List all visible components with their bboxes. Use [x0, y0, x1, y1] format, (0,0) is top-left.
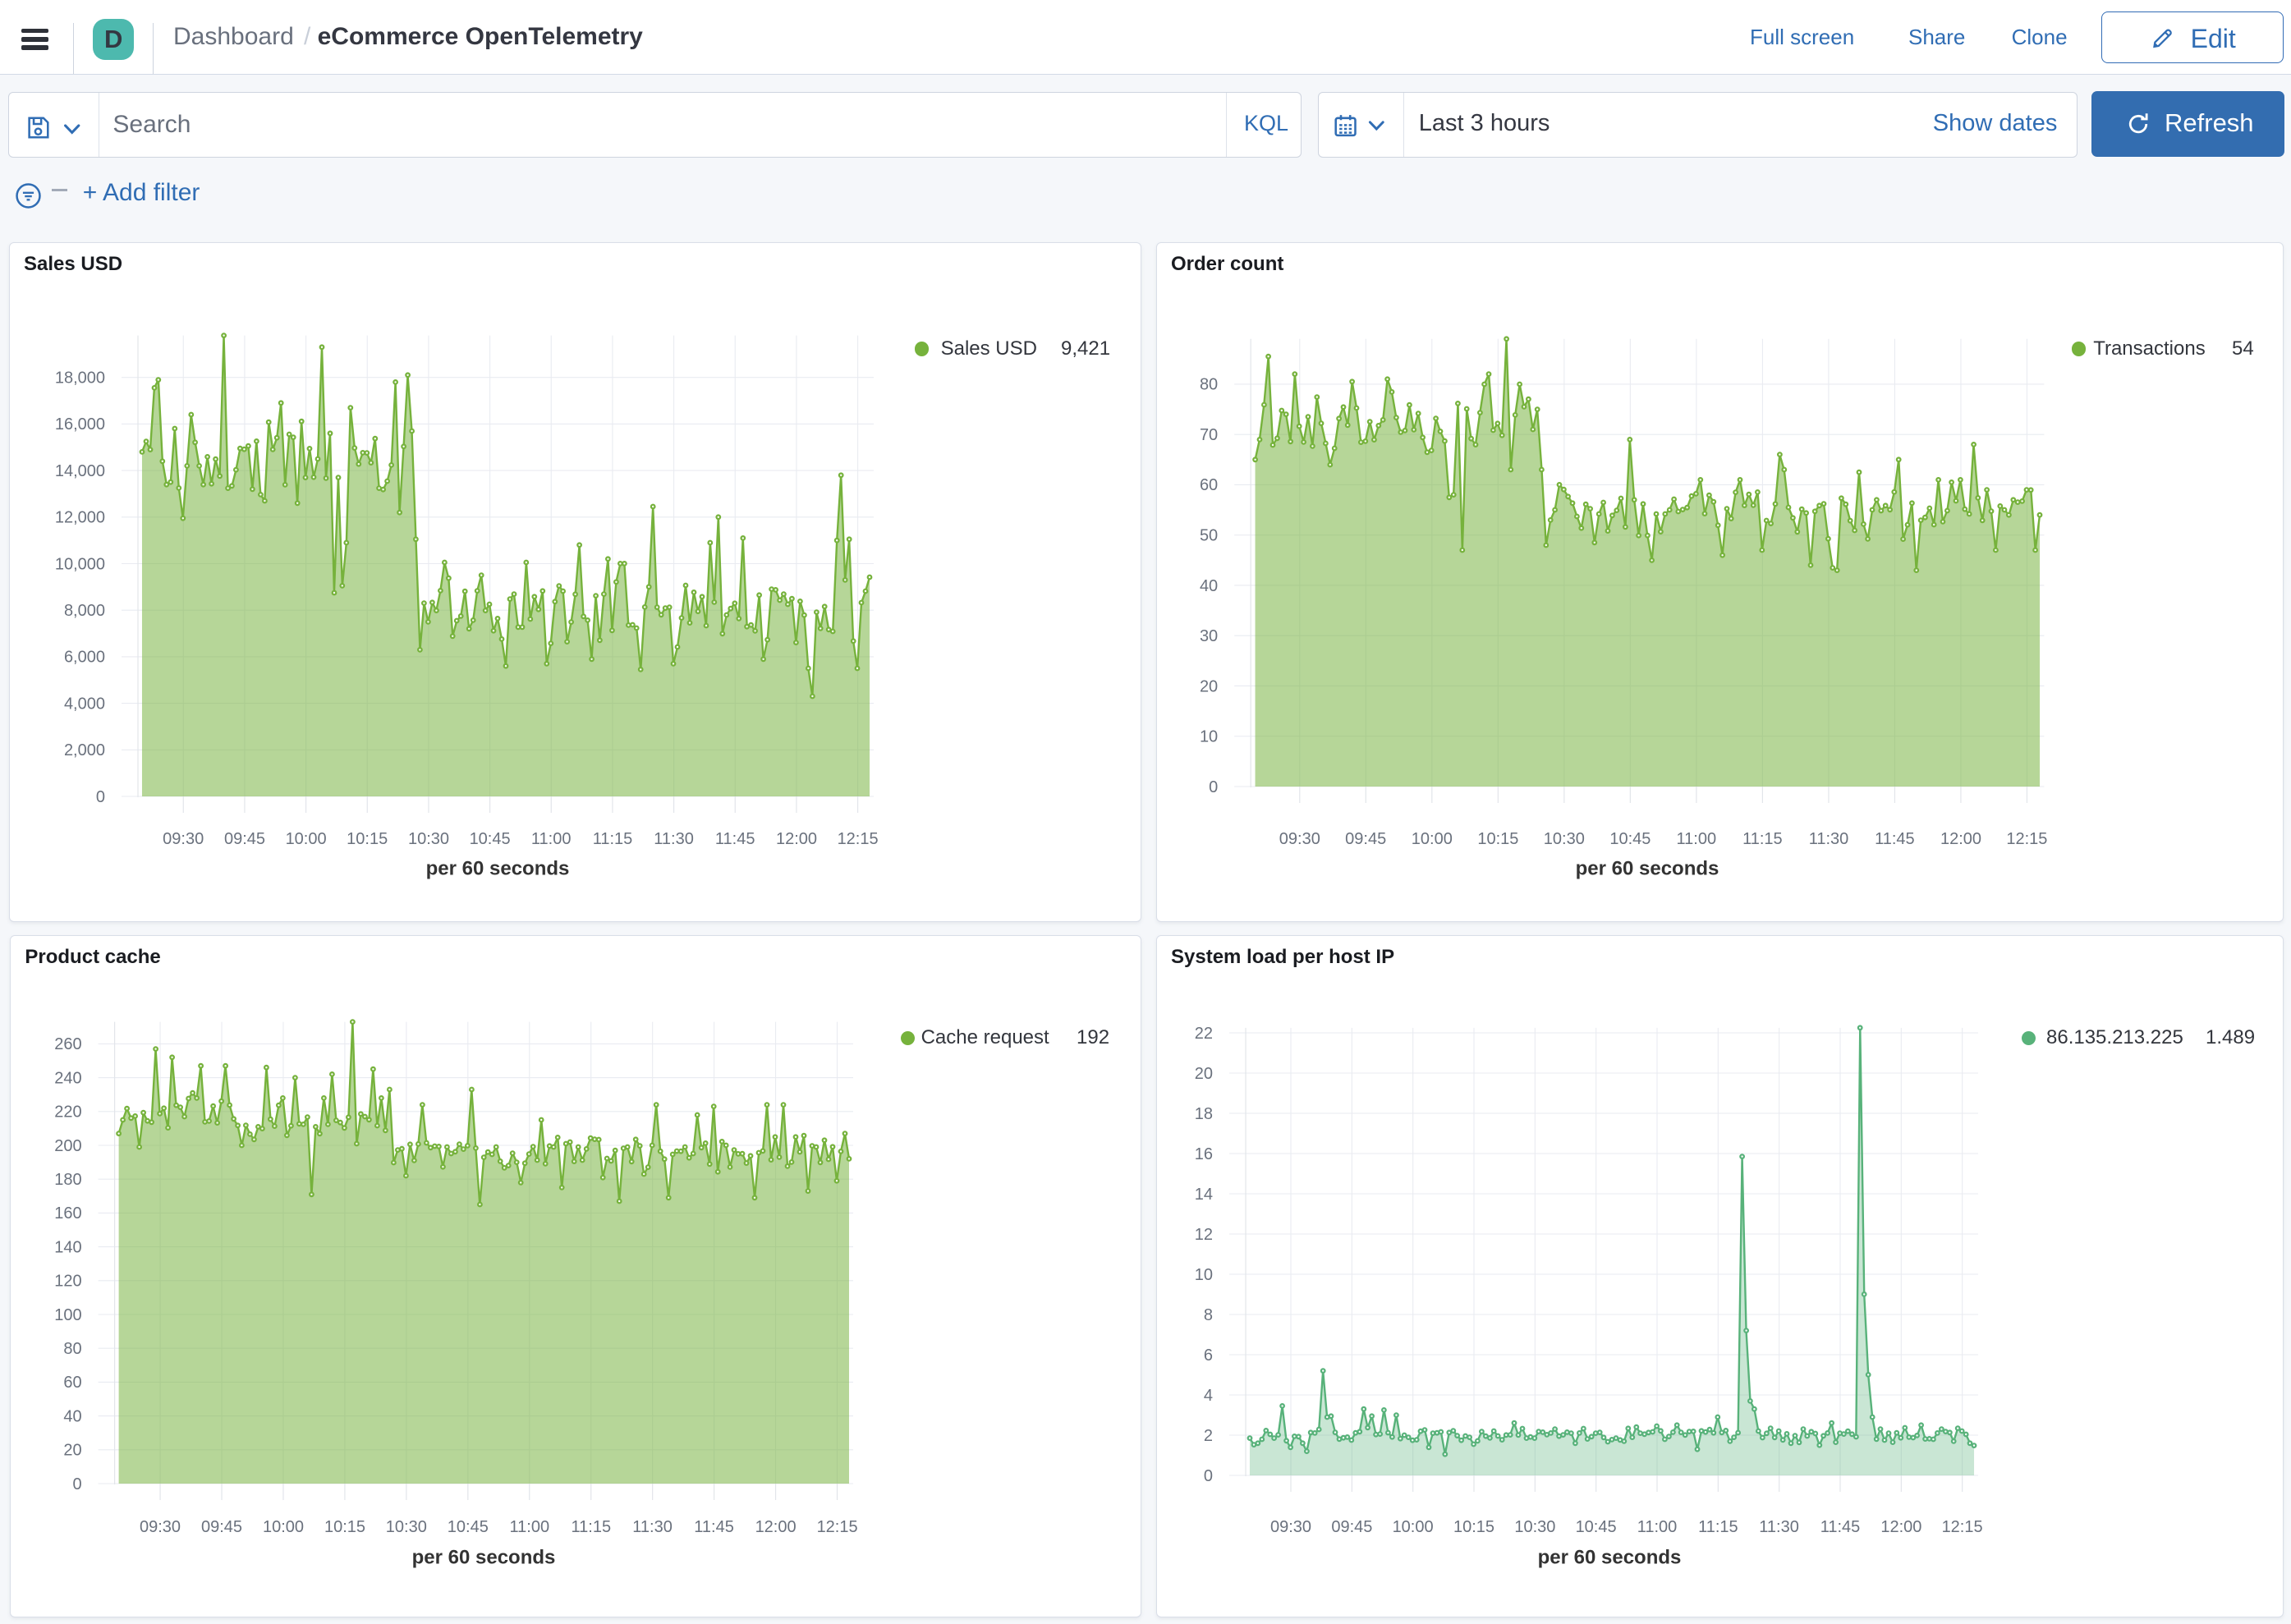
svg-text:12:00: 12:00 — [1880, 1518, 1921, 1536]
svg-text:10:45: 10:45 — [448, 1518, 489, 1536]
svg-text:11:00: 11:00 — [510, 1518, 550, 1536]
svg-text:10,000: 10,000 — [55, 555, 105, 573]
svg-text:12:00: 12:00 — [776, 830, 817, 848]
svg-text:20: 20 — [1195, 1065, 1213, 1083]
svg-text:11:45: 11:45 — [694, 1518, 734, 1536]
svg-text:200: 200 — [54, 1137, 81, 1155]
svg-text:16,000: 16,000 — [55, 415, 105, 434]
svg-text:11:15: 11:15 — [1742, 830, 1783, 848]
svg-text:per 60 seconds: per 60 seconds — [1538, 1546, 1682, 1568]
svg-text:14: 14 — [1195, 1186, 1213, 1204]
svg-text:10: 10 — [1195, 1266, 1213, 1284]
svg-text:11:45: 11:45 — [1875, 830, 1915, 848]
svg-text:80: 80 — [63, 1340, 81, 1358]
svg-text:16: 16 — [1195, 1145, 1213, 1163]
svg-text:10:00: 10:00 — [1412, 830, 1453, 848]
svg-text:60: 60 — [63, 1374, 81, 1392]
svg-text:09:30: 09:30 — [140, 1518, 181, 1536]
svg-text:0: 0 — [1204, 1467, 1213, 1485]
svg-text:09:30: 09:30 — [163, 830, 204, 848]
svg-text:40: 40 — [1200, 577, 1218, 595]
svg-text:09:45: 09:45 — [201, 1518, 242, 1536]
svg-text:10:45: 10:45 — [470, 830, 511, 848]
svg-text:40: 40 — [63, 1407, 81, 1425]
svg-text:10:45: 10:45 — [1609, 830, 1651, 848]
svg-text:160: 160 — [54, 1204, 81, 1223]
svg-text:11:00: 11:00 — [531, 830, 572, 848]
svg-text:20: 20 — [63, 1442, 81, 1460]
svg-text:220: 220 — [54, 1103, 81, 1122]
svg-text:0: 0 — [1209, 778, 1218, 796]
svg-text:per 60 seconds: per 60 seconds — [1576, 857, 1719, 879]
svg-text:10:00: 10:00 — [286, 830, 327, 848]
svg-text:0: 0 — [96, 788, 105, 806]
svg-text:6: 6 — [1204, 1346, 1213, 1365]
svg-text:09:45: 09:45 — [224, 830, 265, 848]
svg-text:11:45: 11:45 — [1820, 1518, 1861, 1536]
svg-text:11:00: 11:00 — [1677, 830, 1717, 848]
svg-text:10:30: 10:30 — [1544, 830, 1585, 848]
svg-text:10:30: 10:30 — [386, 1518, 427, 1536]
svg-text:10:15: 10:15 — [1477, 830, 1518, 848]
svg-text:per 60 seconds: per 60 seconds — [412, 1546, 556, 1568]
svg-text:100: 100 — [54, 1306, 81, 1324]
svg-text:09:45: 09:45 — [1345, 830, 1386, 848]
svg-text:4,000: 4,000 — [64, 695, 105, 713]
svg-text:80: 80 — [1200, 376, 1218, 394]
svg-text:10:00: 10:00 — [263, 1518, 304, 1536]
svg-text:11:00: 11:00 — [1637, 1518, 1678, 1536]
svg-text:18: 18 — [1195, 1105, 1213, 1123]
svg-text:120: 120 — [54, 1273, 81, 1291]
svg-text:12:15: 12:15 — [1942, 1518, 1983, 1536]
svg-text:14,000: 14,000 — [55, 462, 105, 480]
svg-text:20: 20 — [1200, 677, 1218, 695]
svg-text:6,000: 6,000 — [64, 649, 105, 667]
svg-text:11:45: 11:45 — [715, 830, 755, 848]
svg-text:12:00: 12:00 — [755, 1518, 797, 1536]
svg-text:2: 2 — [1204, 1427, 1213, 1445]
svg-text:09:45: 09:45 — [1331, 1518, 1372, 1536]
svg-text:10:15: 10:15 — [347, 830, 388, 848]
svg-text:11:30: 11:30 — [1759, 1518, 1799, 1536]
svg-text:260: 260 — [54, 1035, 81, 1053]
svg-text:09:30: 09:30 — [1279, 830, 1320, 848]
svg-text:22: 22 — [1195, 1025, 1213, 1043]
svg-text:10:30: 10:30 — [1514, 1518, 1555, 1536]
svg-text:10:15: 10:15 — [1453, 1518, 1494, 1536]
svg-text:per 60 seconds: per 60 seconds — [426, 857, 570, 879]
svg-text:12: 12 — [1195, 1226, 1213, 1244]
svg-text:18,000: 18,000 — [55, 369, 105, 388]
svg-text:10:30: 10:30 — [408, 830, 449, 848]
svg-text:140: 140 — [54, 1238, 81, 1256]
svg-text:30: 30 — [1200, 627, 1218, 645]
svg-text:10:15: 10:15 — [324, 1518, 365, 1536]
svg-text:12:15: 12:15 — [2006, 830, 2047, 848]
svg-text:0: 0 — [72, 1475, 81, 1493]
svg-text:4: 4 — [1204, 1387, 1213, 1405]
svg-text:11:15: 11:15 — [572, 1518, 612, 1536]
svg-text:11:15: 11:15 — [593, 830, 633, 848]
svg-text:180: 180 — [54, 1171, 81, 1189]
svg-text:11:30: 11:30 — [1809, 830, 1849, 848]
svg-text:10:00: 10:00 — [1393, 1518, 1434, 1536]
svg-text:8,000: 8,000 — [64, 602, 105, 620]
svg-text:70: 70 — [1200, 426, 1218, 444]
svg-text:10: 10 — [1200, 728, 1218, 746]
svg-text:11:30: 11:30 — [654, 830, 694, 848]
svg-text:8: 8 — [1204, 1306, 1213, 1324]
svg-text:12,000: 12,000 — [55, 509, 105, 527]
svg-text:60: 60 — [1200, 476, 1218, 494]
svg-text:09:30: 09:30 — [1270, 1518, 1311, 1536]
svg-text:11:30: 11:30 — [632, 1518, 673, 1536]
svg-text:12:15: 12:15 — [817, 1518, 858, 1536]
svg-text:50: 50 — [1200, 527, 1218, 545]
svg-text:12:00: 12:00 — [1940, 830, 1981, 848]
svg-text:2,000: 2,000 — [64, 741, 105, 759]
svg-text:240: 240 — [54, 1069, 81, 1087]
svg-text:11:15: 11:15 — [1698, 1518, 1738, 1536]
svg-text:10:45: 10:45 — [1576, 1518, 1617, 1536]
svg-text:12:15: 12:15 — [838, 830, 879, 848]
